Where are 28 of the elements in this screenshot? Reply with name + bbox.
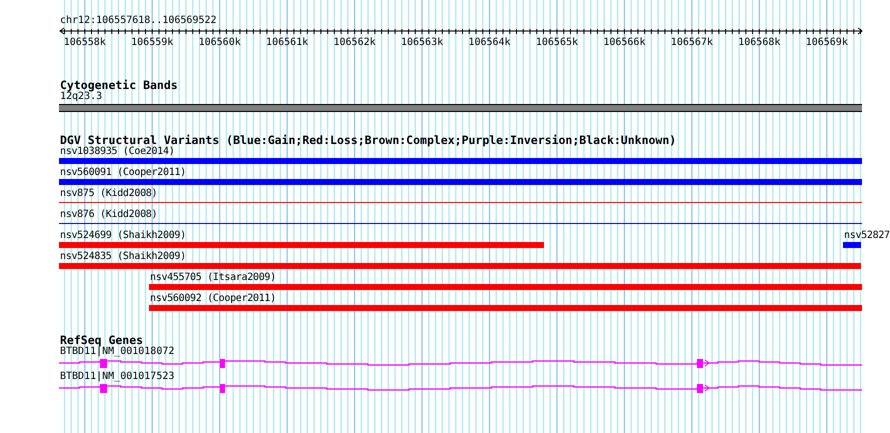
band-label: 12q23.3 <box>60 91 102 103</box>
track-title: DGV Structural Variants (Blue:Gain;Red:Loss;Brown:Complex;Purple:Inversion;Black:Unknown) <box>60 134 678 146</box>
variant-label: nsv560092 (Cooper2011) <box>150 293 276 305</box>
tick-label: 106565k <box>536 37 578 48</box>
tick-label: 106558k <box>64 37 106 48</box>
range-label: chr12:106557618..106569522 <box>60 15 218 27</box>
tick-label: 106561k <box>266 37 308 48</box>
tick-label: 106562k <box>334 37 376 48</box>
track-title: Cytogenetic Bands <box>60 79 179 91</box>
tick-label: 106564k <box>468 37 511 48</box>
tick-label: 106566k <box>603 37 646 48</box>
variant-label: nsv524835 (Shaikh2009) <box>60 251 186 263</box>
variant-label: nsv560091 (Cooper2011) <box>60 167 186 179</box>
tick-label: 106568k <box>738 37 780 48</box>
track-title: RefSeq Genes <box>60 334 144 346</box>
variant-label: nsv524699 (Shaikh2009) <box>60 230 186 242</box>
tick-label: 106559k <box>131 37 174 48</box>
tick-label: 106560k <box>198 37 241 48</box>
variant-label: nsv1038935 (Coe2014) <box>60 146 174 158</box>
tick-label: 106567k <box>670 37 713 48</box>
variant-label: nsv455705 (Itsara2009) <box>150 272 276 284</box>
variant-label: nsv875 (Kidd2008) <box>60 188 158 200</box>
gene-label: BTBD11|NM_001017523 <box>60 371 176 383</box>
variant-label: nsv876 (Kidd2008) <box>60 209 158 221</box>
tick-label: 106569k <box>806 37 848 48</box>
tick-label: 106563k <box>400 37 444 48</box>
variant-label: nsv52827 <box>844 230 890 242</box>
gene-label: BTBD11|NM_001018072 <box>60 346 176 358</box>
